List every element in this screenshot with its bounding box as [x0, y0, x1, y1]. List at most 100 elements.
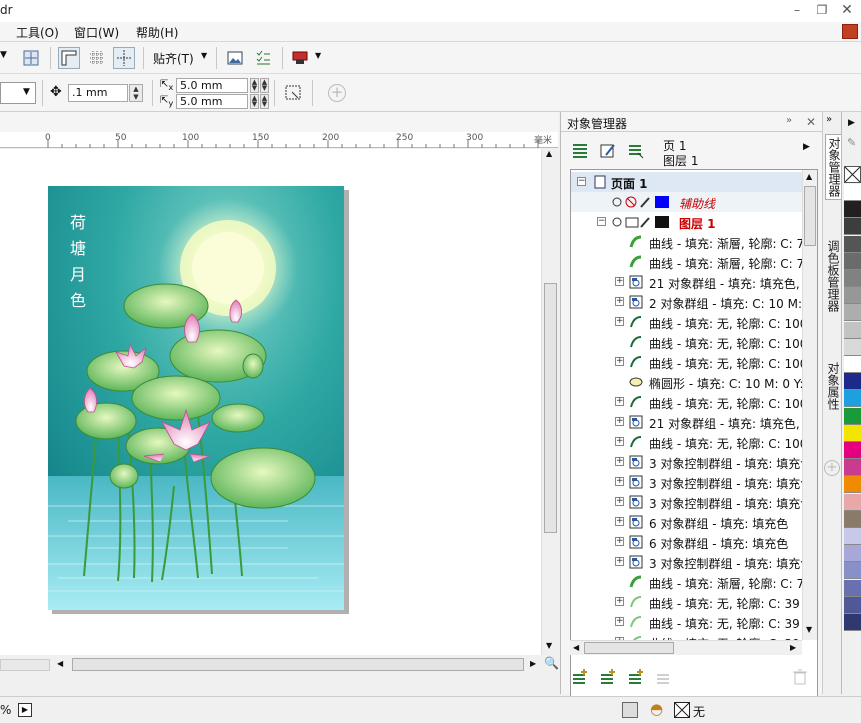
color-swatch[interactable]	[844, 614, 861, 631]
expand-icon[interactable]: +	[615, 617, 624, 626]
tree-horizontal-scrollbar[interactable]: ◀ ▶	[570, 640, 802, 655]
vertical-scrollbar[interactable]: ▲ ▼	[541, 149, 558, 655]
color-swatch[interactable]	[844, 184, 861, 201]
tree-scroll-thumb[interactable]	[804, 186, 816, 246]
expand-icon[interactable]: +	[615, 597, 624, 606]
duplicate-x-spinner[interactable]: ▲ ▼	[250, 78, 259, 93]
eyedropper-icon[interactable]: ✎	[847, 136, 856, 149]
new-master-layer-odd-button[interactable]	[625, 666, 647, 688]
restore-button[interactable]: ❐	[811, 2, 833, 18]
tree-row[interactable]: 辅助线	[571, 192, 803, 212]
expand-icon[interactable]: +	[615, 397, 624, 406]
chevron-down-icon[interactable]: ▼	[315, 51, 321, 60]
scroll-up-icon[interactable]: ▲	[806, 172, 812, 181]
tree-row[interactable]: − 图层 1	[571, 212, 803, 232]
tree-row[interactable]: 曲线 - 填充: 渐層, 轮廓: C: 75	[571, 572, 803, 592]
tree-row[interactable]: 曲线 - 填充: 无, 轮廓: C: 100	[571, 332, 803, 352]
page-navigator[interactable]	[0, 659, 50, 671]
color-swatch[interactable]	[844, 252, 861, 270]
horizontal-scroll-thumb[interactable]	[72, 658, 524, 671]
scroll-left-icon[interactable]: ◀	[573, 643, 579, 652]
launcher-button[interactable]	[289, 47, 311, 69]
collapse-icon[interactable]: −	[577, 177, 586, 186]
color-swatch[interactable]	[844, 407, 861, 425]
expand-icon[interactable]: +	[615, 497, 624, 506]
duplicate-x-input[interactable]: 5.0 mm	[176, 78, 248, 93]
show-grid-button[interactable]	[86, 47, 108, 69]
no-color-swatch[interactable]	[844, 166, 861, 183]
color-swatch[interactable]	[844, 493, 861, 511]
color-proof-icon[interactable]	[622, 702, 638, 718]
color-swatch[interactable]	[844, 562, 861, 580]
color-swatch[interactable]	[844, 218, 861, 236]
image-button[interactable]	[224, 47, 246, 69]
expand-icon[interactable]: +	[615, 457, 624, 466]
expand-icon[interactable]: +	[615, 557, 624, 566]
tree-row[interactable]: + 曲线 - 填充: 无, 轮廓: C: 39 M	[571, 592, 803, 612]
scroll-up-icon[interactable]: ▲	[546, 149, 552, 158]
expand-icon[interactable]: +	[615, 317, 624, 326]
show-guidelines-button[interactable]	[113, 47, 135, 69]
expand-icon[interactable]: +	[615, 437, 624, 446]
snap-to-dropdown[interactable]: 贴齐(T)	[153, 50, 194, 67]
expand-tabs-icon[interactable]: »	[826, 114, 832, 125]
delete-button[interactable]	[789, 666, 811, 688]
color-swatch[interactable]	[844, 442, 861, 459]
color-swatch[interactable]	[844, 476, 861, 494]
color-swatch[interactable]	[844, 510, 861, 528]
chevron-down-icon[interactable]: ▼	[201, 51, 207, 60]
expand-icon[interactable]: +	[615, 517, 624, 526]
edit-across-layers-button[interactable]	[597, 140, 619, 162]
tree-hscroll-thumb[interactable]	[584, 642, 674, 654]
tree-vertical-scrollbar[interactable]: ▲ ▼	[802, 170, 817, 640]
menu-help[interactable]: 帮助(H)	[136, 24, 178, 41]
full-screen-preview-button[interactable]	[20, 47, 42, 69]
color-swatch[interactable]	[844, 596, 861, 614]
tree-row[interactable]: +2 对象群组 - 填充: C: 10 M: 0	[571, 292, 803, 312]
scroll-left-icon[interactable]: ◀	[57, 659, 63, 668]
tree-row[interactable]: 曲线 - 填充: 渐層, 轮廓: C: 75	[571, 232, 803, 252]
tree-row[interactable]: + 曲线 - 填充: 无, 轮廓: C: 100	[571, 392, 803, 412]
color-swatch[interactable]	[844, 528, 861, 545]
drawing-canvas[interactable]: 荷 塘 月 色	[0, 149, 541, 655]
show-properties-button[interactable]	[569, 140, 591, 162]
tab-palette-manager[interactable]: 调色板管理器	[825, 240, 842, 312]
scroll-right-icon[interactable]: ▶	[530, 659, 536, 668]
new-master-layer-even-button[interactable]	[653, 666, 675, 688]
tree-row[interactable]: 曲线 - 填充: 渐層, 轮廓: C: 75	[571, 252, 803, 272]
tree-row[interactable]: 椭圆形 - 填充: C: 10 M: 0 Y: 3	[571, 372, 803, 392]
color-swatch[interactable]	[844, 235, 861, 253]
tree-row[interactable]: +21 对象群组 - 填充: 填充色, 轮	[571, 412, 803, 432]
scroll-right-icon[interactable]: ▶	[790, 643, 796, 652]
docker-menu-arrow[interactable]: ▶	[803, 142, 810, 152]
scroll-down-icon[interactable]: ▼	[546, 641, 552, 650]
lotus-artwork[interactable]: 荷 塘 月 色	[48, 186, 344, 610]
nudge-distance-input[interactable]: .1 mm	[68, 84, 128, 102]
duplicate-y-input[interactable]: 5.0 mm	[176, 94, 248, 109]
color-swatch[interactable]	[844, 338, 861, 356]
options-button[interactable]	[252, 47, 274, 69]
color-swatch[interactable]	[844, 287, 861, 305]
tree-row[interactable]: +3 对象控制群组 - 填充: 填充色	[571, 552, 803, 572]
close-icon[interactable]: ✕	[806, 115, 816, 129]
collapse-icon[interactable]: −	[597, 217, 606, 226]
new-layer-button[interactable]	[569, 666, 591, 688]
add-docker-button[interactable]: +	[824, 460, 840, 476]
play-icon[interactable]: ▶	[18, 703, 32, 717]
color-swatch[interactable]	[844, 390, 861, 408]
color-swatch[interactable]	[844, 545, 861, 563]
tab-object-properties[interactable]: 对象属性	[825, 362, 842, 410]
tree-row[interactable]: +3 对象控制群组 - 填充: 填充色	[571, 452, 803, 472]
expand-icon[interactable]: +	[615, 357, 624, 366]
tree-row[interactable]: + 曲线 - 填充: 无, 轮廓: C: 100	[571, 352, 803, 372]
fill-none-swatch[interactable]	[674, 702, 690, 718]
duplicate-x-spinner-2[interactable]: ▲ ▼	[260, 78, 269, 93]
collapse-icon[interactable]: »	[786, 115, 792, 126]
color-swatch[interactable]	[844, 459, 861, 477]
close-button[interactable]: ✕	[836, 2, 858, 18]
expand-icon[interactable]: +	[615, 277, 624, 286]
color-swatch[interactable]	[844, 424, 861, 442]
menu-window[interactable]: 窗口(W)	[74, 24, 119, 41]
color-swatch[interactable]	[844, 321, 861, 339]
tree-row[interactable]: +3 对象控制群组 - 填充: 填充色	[571, 472, 803, 492]
